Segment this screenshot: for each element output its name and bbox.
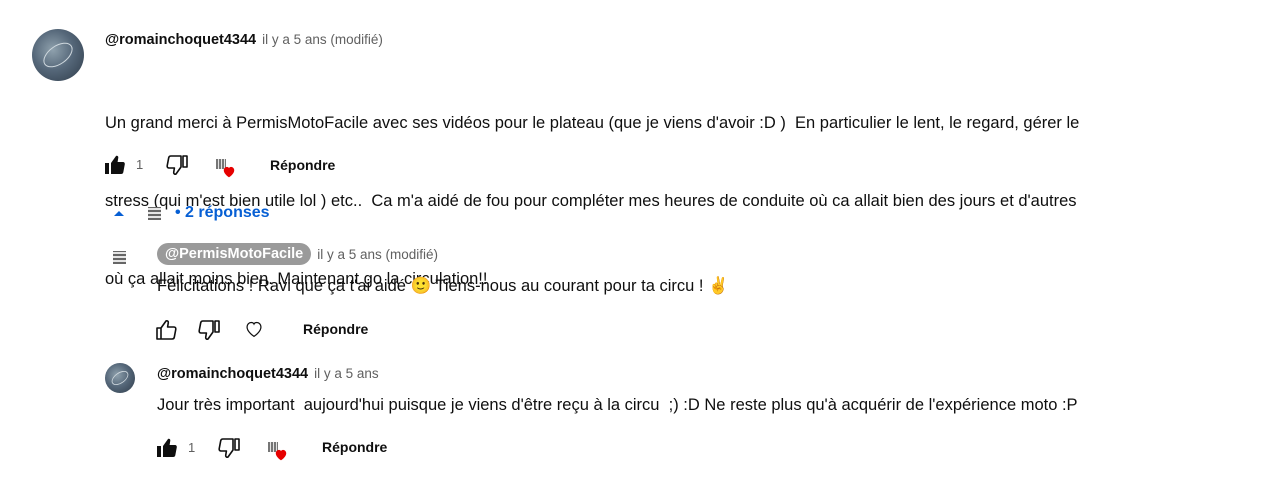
reply-text: Jour très important aujourd'hui puisque … — [157, 396, 1078, 414]
reply-header: @PermisMotoFacile il y a 5 ans (modifié) — [157, 243, 438, 265]
like-button[interactable] — [102, 152, 128, 178]
replies-toggle[interactable]: • 2 réponses — [112, 204, 270, 222]
creator-mini-avatar — [148, 206, 161, 220]
thumbs-down-icon — [198, 320, 220, 340]
reply-author[interactable]: @romainchoquet4344 — [157, 366, 308, 382]
chevron-up-icon — [114, 211, 124, 216]
like-button[interactable] — [154, 435, 180, 461]
reply-button[interactable]: Répondre — [322, 439, 387, 455]
heart-button[interactable] — [242, 318, 266, 340]
thumbs-down-icon — [218, 438, 240, 458]
reply-header: @romainchoquet4344 il y a 5 ans — [157, 366, 379, 382]
creator-author-chip[interactable]: @PermisMotoFacile — [157, 243, 312, 265]
reply-button[interactable]: Répondre — [303, 321, 368, 337]
comment-timestamp[interactable]: il y a 5 ans (modifié) — [262, 32, 383, 47]
thumbs-up-outline-icon — [156, 320, 177, 340]
like-button[interactable] — [154, 317, 180, 343]
comment-header: @romainchoquet4344 il y a 5 ans (modifié… — [105, 32, 383, 48]
commenter-avatar[interactable] — [105, 363, 135, 393]
comment-text-line: stress (qui m'est bien utile lol ) etc..… — [105, 192, 1077, 210]
commenter-avatar[interactable] — [32, 29, 84, 81]
creator-heart-icon — [268, 442, 292, 464]
creator-heart-icon — [216, 159, 240, 181]
thumbs-up-filled-icon — [157, 438, 177, 457]
thumbs-down-icon — [166, 155, 188, 175]
heart-icon — [275, 449, 287, 461]
like-count: 1 — [136, 157, 144, 172]
reply-text: Félicitations ! Ravi que ça t'ai aidé 🙂 … — [157, 277, 729, 295]
dislike-button[interactable] — [216, 435, 242, 461]
thumbs-up-filled-icon — [105, 155, 125, 174]
creator-avatar[interactable] — [113, 251, 126, 264]
heart-icon — [246, 321, 262, 338]
replies-count[interactable]: • 2 réponses — [175, 204, 270, 222]
dislike-button[interactable] — [196, 317, 222, 343]
reply-timestamp[interactable]: il y a 5 ans — [314, 366, 379, 381]
comment-author[interactable]: @romainchoquet4344 — [105, 32, 256, 48]
heart-icon — [223, 166, 235, 178]
reply-timestamp[interactable]: il y a 5 ans (modifié) — [317, 247, 438, 262]
reply-button[interactable]: Répondre — [270, 157, 335, 173]
comment-text-line: Un grand merci à PermisMotoFacile avec s… — [105, 114, 1080, 132]
like-count: 1 — [188, 440, 196, 455]
dislike-button[interactable] — [164, 152, 190, 178]
